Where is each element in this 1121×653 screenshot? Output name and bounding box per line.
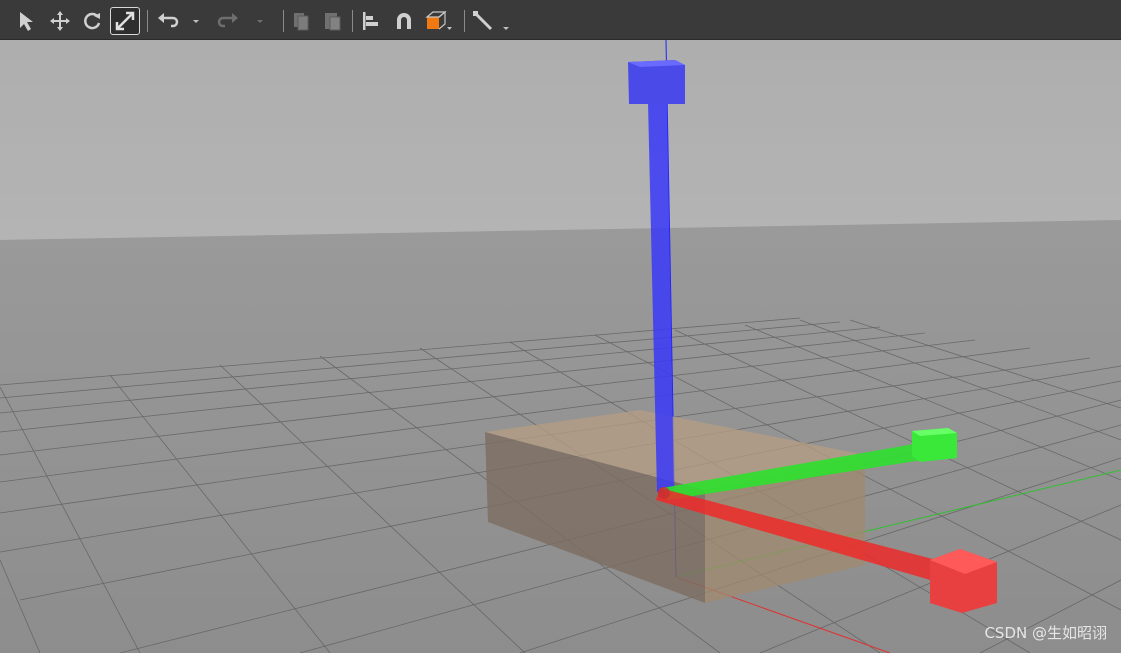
gizmo-z-cube[interactable]	[628, 60, 685, 104]
gizmo-x-cube[interactable]	[930, 549, 997, 613]
scale-tool-button[interactable]	[110, 7, 140, 35]
scale-diagonal-icon	[115, 11, 135, 31]
3d-viewport[interactable]	[0, 39, 1121, 653]
view-angle-button[interactable]	[422, 6, 456, 36]
toolbar-separator	[147, 10, 148, 32]
snap-button[interactable]	[390, 6, 418, 36]
watermark-text: CSDN @生如昭诩	[984, 624, 1107, 642]
measure-button[interactable]	[469, 6, 513, 36]
paste-button[interactable]	[319, 6, 345, 36]
sky-background	[0, 40, 1121, 240]
move-arrows-icon	[50, 11, 70, 31]
orange-cube-icon	[425, 10, 452, 30]
paste-icon	[325, 13, 341, 31]
gazebo-window: CSDN @生如昭诩	[0, 0, 1121, 653]
undo-button[interactable]	[153, 6, 181, 36]
redo-icon	[217, 13, 238, 28]
undo-history-dropdown[interactable]	[189, 6, 203, 36]
gizmo-origin	[658, 487, 670, 499]
redo-history-dropdown[interactable]	[253, 6, 267, 36]
scene-canvas[interactable]	[0, 39, 1121, 653]
rotate-tool-button[interactable]	[78, 6, 106, 36]
toolbar-separator	[352, 10, 353, 32]
copy-button[interactable]	[288, 6, 314, 36]
translate-tool-button[interactable]	[46, 6, 74, 36]
toolbar-separator	[464, 10, 465, 32]
select-tool-button[interactable]	[14, 6, 42, 36]
align-icon	[363, 12, 378, 30]
magnet-icon	[397, 13, 411, 29]
redo-button[interactable]	[215, 6, 243, 36]
ruler-line-icon	[473, 11, 509, 31]
rotate-icon	[84, 12, 101, 30]
toolbar-separator	[283, 10, 284, 32]
copy-icon	[294, 13, 309, 31]
toolbar	[0, 0, 1121, 40]
undo-icon	[158, 13, 179, 28]
gizmo-y-cube[interactable]	[912, 428, 957, 462]
chevron-down-icon	[193, 20, 199, 23]
chevron-down-icon	[257, 20, 263, 23]
arrow-pointer-icon	[20, 12, 33, 31]
align-button[interactable]	[358, 6, 384, 36]
